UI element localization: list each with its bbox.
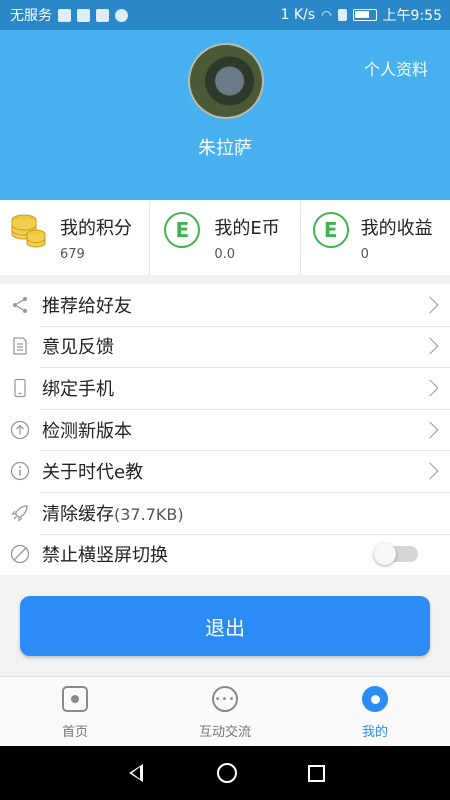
back-icon[interactable]: [126, 763, 146, 783]
e-coin-icon: E: [164, 212, 201, 248]
menu-item-bind-phone[interactable]: 绑定手机: [0, 367, 450, 409]
e-coin-icon: E: [312, 212, 349, 248]
menu-item-label: 关于时代e教: [42, 462, 144, 484]
rotation-lock-toggle[interactable]: [374, 543, 418, 566]
coin-stack-icon: [11, 214, 46, 248]
avatar[interactable]: [188, 43, 264, 119]
stat-points[interactable]: 我的积分 679: [0, 200, 151, 275]
menu-item-recommend[interactable]: 推荐给好友: [0, 284, 450, 326]
menu-item-clear-cache[interactable]: 清除缓存(37.7KB): [0, 491, 450, 534]
tab-interaction[interactable]: ••• 互动交流: [150, 677, 300, 746]
tab-me[interactable]: 我的: [300, 677, 450, 746]
profile-link[interactable]: 个人资料: [364, 56, 428, 80]
stat-earnings[interactable]: E 我的收益 0: [301, 200, 450, 275]
tab-label: 互动交流: [198, 725, 251, 740]
phone-icon: [14, 378, 26, 398]
cache-size: (37.7KB): [114, 504, 184, 524]
menu-item-label-text: 清除缓存: [42, 503, 114, 525]
stats-row: 我的积分 679 E 我的E币 0.0 E 我的收益 0: [0, 200, 450, 275]
toggle-knob: [374, 543, 396, 566]
divider: [40, 450, 450, 452]
sim-icon: [337, 9, 347, 21]
carrier-text: 无服务: [10, 8, 52, 24]
profile-header: 个人资料 朱拉萨: [0, 30, 450, 200]
network-speed: 1 K/s: [280, 7, 316, 23]
tab-home[interactable]: 首页: [0, 677, 150, 746]
divider: [40, 367, 450, 369]
divider: [40, 491, 450, 493]
user-icon: [362, 686, 388, 712]
share-icon: [13, 296, 27, 313]
info-icon: [10, 462, 30, 481]
tab-label: 我的: [361, 725, 388, 740]
menu-item-label: 绑定手机: [42, 378, 114, 400]
chevron-right-icon: [421, 421, 439, 439]
stat-title: 我的收益: [360, 218, 433, 239]
chevron-right-icon: [421, 462, 439, 480]
menu-item-label: 禁止横竖屏切换: [42, 545, 168, 567]
upload-arrow-icon: [10, 420, 30, 439]
chat-icon: •••: [212, 686, 238, 712]
menu-item-feedback[interactable]: 意见反馈: [0, 325, 450, 368]
app-notification-icon: [96, 8, 109, 22]
stat-title: 我的E币: [214, 218, 280, 239]
menu-item-about[interactable]: 关于时代e教: [0, 450, 450, 492]
tab-label: 首页: [61, 725, 88, 740]
status-right: 1 K/s ◠ 上午9:55: [281, 5, 443, 25]
divider: [40, 533, 450, 535]
stat-value: 0.0: [214, 247, 236, 262]
status-left: 无服务: [10, 5, 128, 25]
clock: 上午9:55: [382, 8, 442, 24]
qq-icon: [58, 8, 71, 22]
logout-button[interactable]: 退出: [20, 596, 430, 656]
bottom-tab-bar: 首页 ••• 互动交流 我的: [0, 676, 450, 746]
forbidden-icon: [10, 545, 30, 564]
divider: [40, 325, 450, 327]
wifi-icon: ◠: [321, 8, 332, 22]
battery-icon: [352, 9, 377, 21]
stat-value: 679: [60, 247, 85, 262]
menu-item-check-update[interactable]: 检测新版本: [0, 408, 450, 451]
chevron-right-icon: [421, 379, 439, 397]
chevron-right-icon: [421, 296, 439, 314]
status-bar: 无服务 1 K/s ◠ 上午9:55: [0, 0, 450, 30]
divider: [40, 408, 450, 410]
rocket-icon: [11, 505, 28, 522]
app-notification-icon: [77, 8, 90, 22]
recent-apps-icon[interactable]: [307, 764, 325, 782]
menu-item-lock-rotation: 禁止横竖屏切换: [0, 533, 450, 576]
menu-item-label: 推荐给好友: [42, 295, 132, 317]
home-circle-icon[interactable]: [216, 763, 237, 783]
cloud-icon: [115, 8, 128, 22]
user-name: 朱拉萨: [198, 138, 252, 159]
stat-value: 0: [360, 247, 369, 262]
stat-e-coins[interactable]: E 我的E币 0.0: [150, 200, 301, 275]
menu-item-label: 清除缓存(37.7KB): [42, 500, 184, 526]
menu-item-label: 意见反馈: [42, 337, 114, 359]
document-icon: [13, 337, 27, 356]
system-nav-bar: [0, 746, 450, 800]
menu-item-label: 检测新版本: [42, 420, 132, 442]
settings-menu: 推荐给好友 意见反馈 绑定手机 检测新版本 关于时代e教 清除缓存(37.7KB…: [0, 284, 450, 576]
chevron-right-icon: [421, 337, 439, 355]
home-icon: [62, 686, 88, 712]
stat-title: 我的积分: [60, 218, 132, 239]
